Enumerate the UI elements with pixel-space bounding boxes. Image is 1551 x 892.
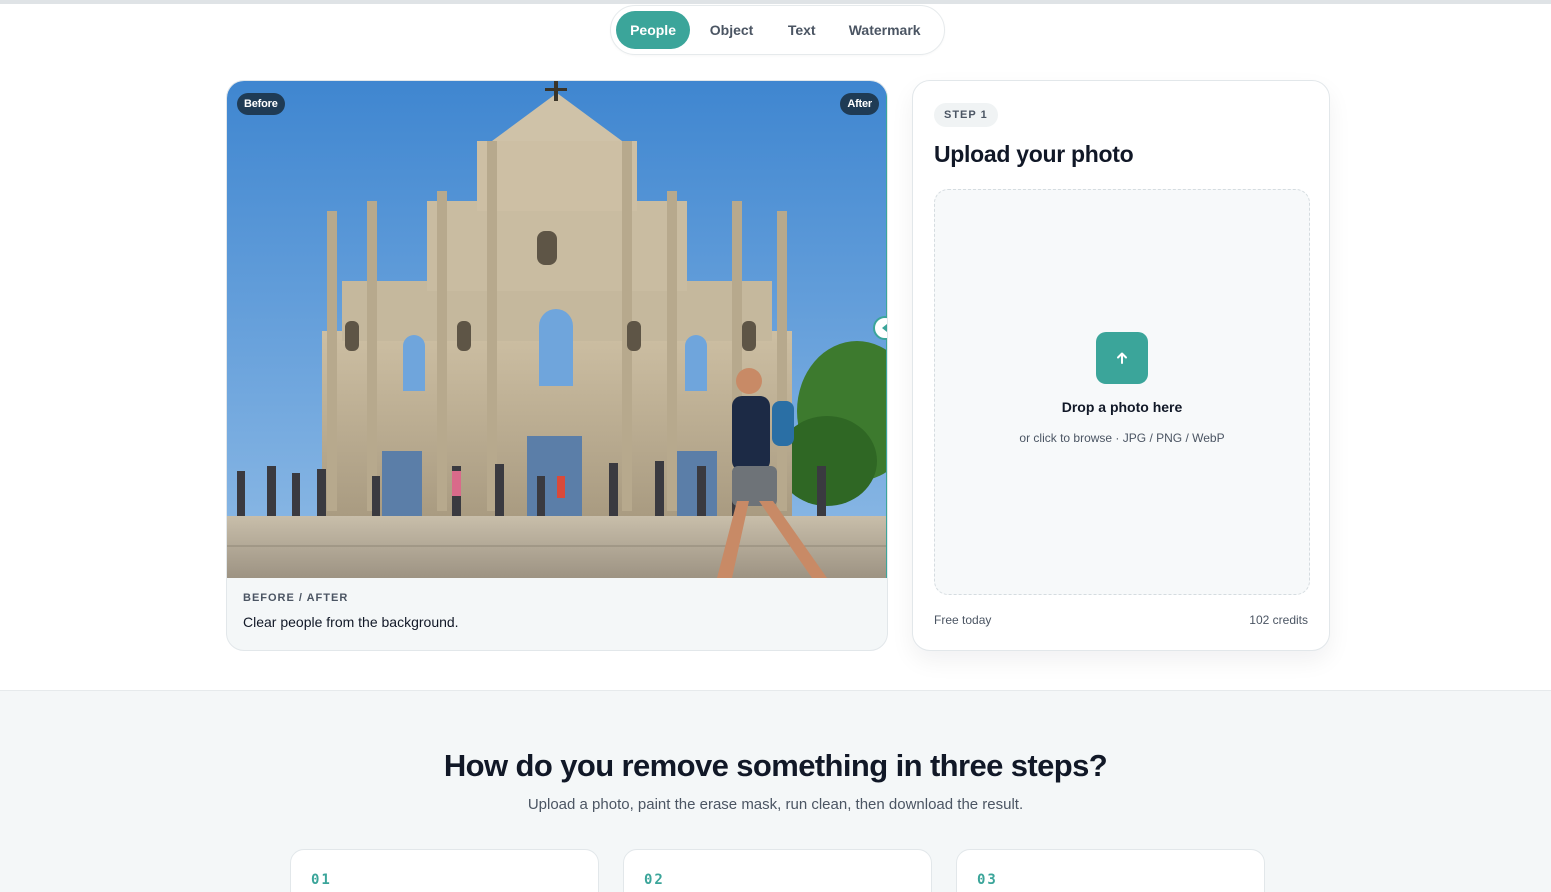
tab-object[interactable]: Object xyxy=(690,11,773,49)
pricing-note: Free today xyxy=(934,613,992,627)
tab-people[interactable]: People xyxy=(616,11,691,49)
upload-title: Upload your photo xyxy=(934,141,1134,167)
tab-text[interactable]: Text xyxy=(773,11,830,49)
before-badge: Before xyxy=(237,93,285,115)
how-it-works-section: How do you remove something in three ste… xyxy=(0,690,1551,892)
step-number: 01 xyxy=(311,872,332,888)
section-title: How do you remove something in three ste… xyxy=(443,748,1108,783)
step-card-3: 03 xyxy=(956,849,1265,892)
step-card-2: 02 xyxy=(623,849,932,892)
step-card-1: 01 xyxy=(290,849,599,892)
chevron-left-icon xyxy=(882,324,887,332)
credits-count: 102 credits xyxy=(1249,613,1308,627)
dropzone-subtitle: or click to browse · JPG / PNG / WebP xyxy=(1019,431,1225,445)
before-after-card: Before After BEFORE / AFTER Clear people… xyxy=(226,80,888,651)
step-number: 03 xyxy=(977,872,998,888)
upload-button[interactable] xyxy=(1096,332,1148,384)
dropzone-title: Drop a photo here xyxy=(1061,399,1183,415)
before-after-eyebrow: BEFORE / AFTER xyxy=(243,592,349,604)
upload-card: STEP 1 Upload your photo Drop a photo he… xyxy=(912,80,1330,651)
church-facade-image xyxy=(227,81,887,578)
section-subtitle: Upload a photo, paint the erase mask, ru… xyxy=(527,796,1024,813)
before-after-caption: BEFORE / AFTER Clear people from the bac… xyxy=(243,592,459,630)
before-after-description: Clear people from the background. xyxy=(243,614,459,630)
arrow-up-icon xyxy=(1117,352,1127,364)
tab-watermark[interactable]: Watermark xyxy=(830,11,939,49)
step-badge: STEP 1 xyxy=(934,103,998,127)
top-border xyxy=(0,0,1551,4)
step-number: 02 xyxy=(644,872,665,888)
before-after-photo[interactable]: Before After xyxy=(227,81,887,578)
mode-tabs: People Object Text Watermark xyxy=(610,5,945,55)
photo-dropzone[interactable]: Drop a photo here or click to browse · J… xyxy=(934,189,1310,595)
after-badge: After xyxy=(840,93,879,115)
